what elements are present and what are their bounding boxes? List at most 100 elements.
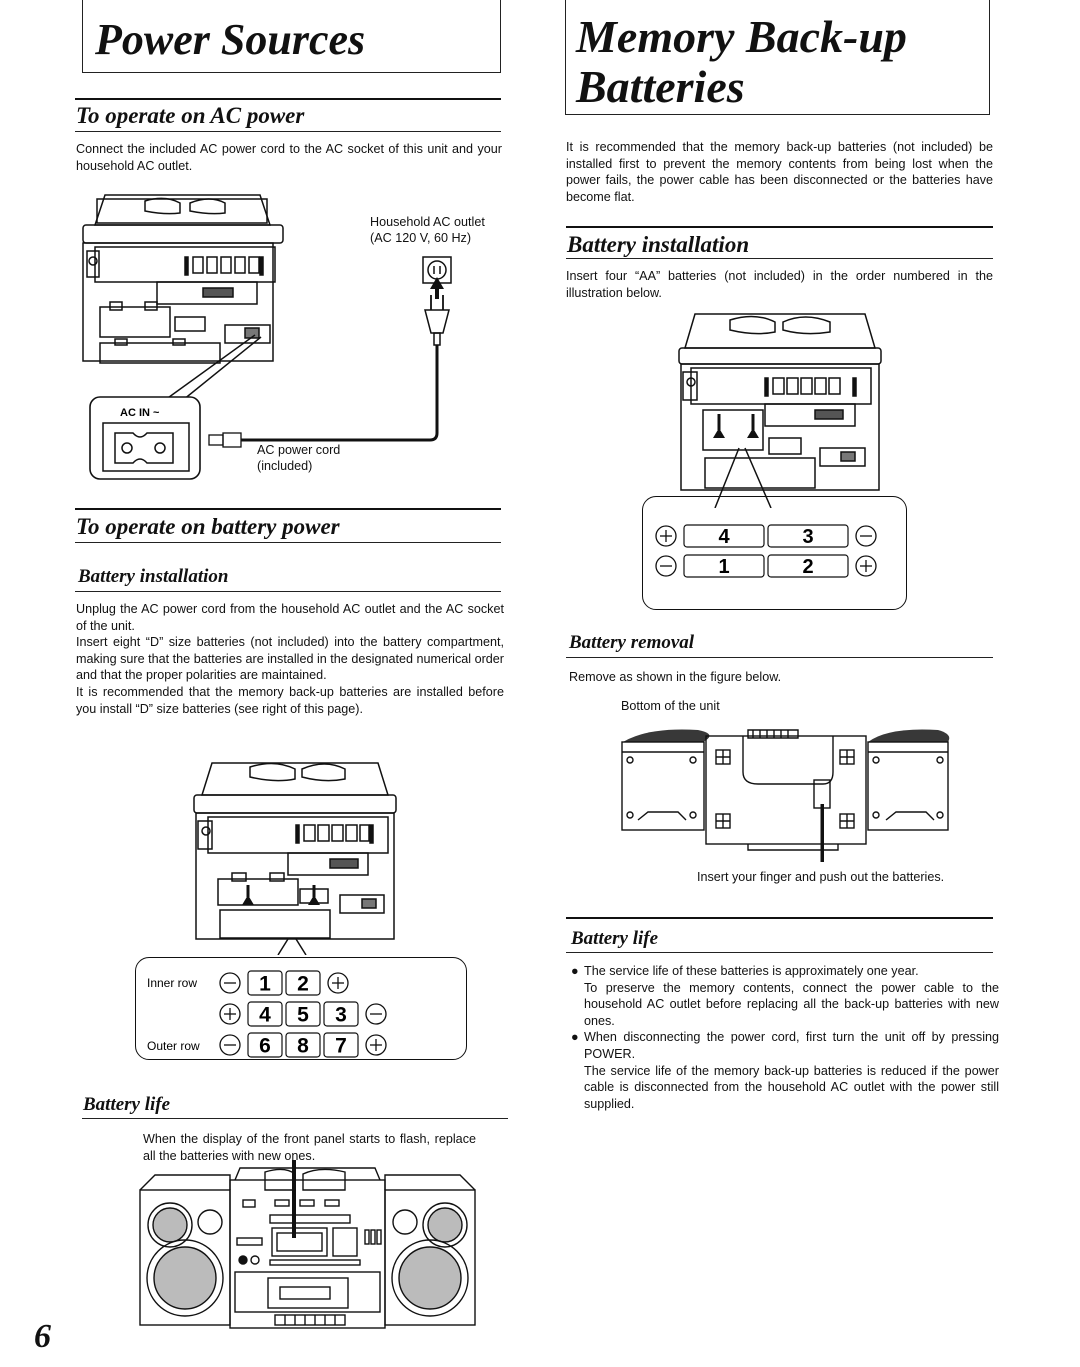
- ac-power-cord-illustration: [208, 295, 450, 448]
- display-pointer-line: [292, 1160, 296, 1238]
- minus-polarity-icon: [219, 972, 241, 994]
- battery-installation-instructions: Unplug the AC power cord from the househ…: [76, 601, 504, 717]
- inner-row-label: Inner row: [147, 976, 197, 990]
- unit-rear-illustration: [82, 194, 284, 401]
- bullet-dot-icon: ●: [571, 1030, 579, 1045]
- page-title-memory-backup: Memory Back-up Batteries: [576, 12, 907, 112]
- minus-polarity-icon: [219, 1034, 241, 1056]
- battery-number: 1: [259, 973, 271, 996]
- battery-number: 2: [802, 556, 813, 578]
- divider: [82, 1118, 508, 1119]
- memory-backup-intro: It is recommended that the memory back-u…: [566, 140, 993, 204]
- aa-installation-instructions: Insert four “AA” batteries (not included…: [566, 269, 993, 300]
- battery-number: 4: [718, 526, 730, 548]
- divider: [566, 952, 993, 953]
- outer-row-label: Outer row: [147, 1039, 200, 1053]
- instruction-paragraph: It is recommended that the memory back-u…: [76, 684, 504, 716]
- bottom-of-unit-label: Bottom of the unit: [621, 699, 720, 713]
- battery-cell: 8: [285, 1032, 321, 1058]
- battery-removal-instructions: Remove as shown in the figure below.: [569, 670, 782, 684]
- battery-cell: 3: [323, 1001, 359, 1027]
- aa-battery-order-diagram: 4 3 1 2: [655, 524, 877, 578]
- household-outlet-icon: [422, 256, 452, 284]
- battery-number: 7: [335, 1035, 347, 1058]
- battery-number: 8: [297, 1035, 309, 1058]
- d-battery-order-diagram: Inner row Outer row 1 2 4 5 3 6 8 7: [147, 970, 387, 1058]
- bullet-line: To preserve the memory contents, connect…: [584, 980, 999, 1028]
- heading-aa-battery-installation: Battery installation: [567, 232, 750, 257]
- battery-cell: 2: [767, 554, 849, 578]
- outlet-label-line1: Household AC outlet: [370, 215, 485, 229]
- cord-label: AC power cord (included): [257, 442, 340, 474]
- bullet-item: ● The service life of these batteries is…: [571, 963, 999, 1029]
- minus-polarity-icon: [365, 1003, 387, 1025]
- d-battery-unit-illustration: [193, 762, 397, 955]
- minus-polarity-icon: [855, 525, 877, 547]
- divider: [75, 98, 501, 100]
- battery-cell: 2: [285, 970, 321, 996]
- battery-cell: 1: [247, 970, 283, 996]
- divider: [75, 131, 501, 132]
- bullet-dot-icon: ●: [571, 964, 579, 978]
- divider: [566, 657, 993, 658]
- boombox-front-illustration: [139, 1160, 476, 1329]
- arrow-up-icon: [430, 277, 444, 299]
- heading-battery-removal: Battery removal: [569, 632, 695, 653]
- heading-battery-installation-d: Battery installation: [78, 566, 229, 587]
- finger-pointer-line: [820, 804, 824, 862]
- battery-cell: 6: [247, 1032, 283, 1058]
- battery-cell: 1: [683, 554, 765, 578]
- ac-in-socket-inset: AC IN ~: [89, 396, 201, 480]
- divider: [566, 917, 993, 919]
- cord-label-line2: (included): [257, 459, 313, 473]
- instruction-paragraph: Unplug the AC power cord from the househ…: [76, 602, 504, 633]
- bullet-line: When disconnecting the power cord, first…: [584, 1030, 999, 1061]
- plus-polarity-icon: [655, 525, 677, 547]
- heading-battery-life-d: Battery life: [83, 1094, 171, 1115]
- plus-polarity-icon: [219, 1003, 241, 1025]
- plus-polarity-icon: [365, 1034, 387, 1056]
- memory-backup-title-box: Memory Back-up Batteries: [565, 0, 990, 115]
- battery-cell: 4: [683, 524, 765, 548]
- heading-ac-power: To operate on AC power: [76, 103, 305, 128]
- battery-removal-caption: Insert your finger and push out the batt…: [697, 870, 945, 884]
- title-line-1: Memory Back-up: [576, 11, 907, 62]
- arrow-down-icon: [713, 414, 759, 438]
- bullet-line: The service life of the memory back-up b…: [584, 1063, 999, 1111]
- battery-cell: 3: [767, 524, 849, 548]
- battery-number: 6: [259, 1035, 271, 1058]
- plus-polarity-icon: [327, 972, 349, 994]
- battery-cell: 7: [323, 1032, 359, 1058]
- outlet-label: Household AC outlet (AC 120 V, 60 Hz): [370, 214, 485, 246]
- unit-bottom-illustration: [621, 729, 950, 862]
- outlet-label-line2: (AC 120 V, 60 Hz): [370, 231, 472, 245]
- battery-number: 4: [259, 1004, 271, 1027]
- divider: [75, 542, 501, 543]
- divider: [566, 226, 993, 228]
- heading-battery-power: To operate on battery power: [76, 514, 340, 539]
- battery-number: 5: [297, 1004, 309, 1027]
- page-number: 6: [34, 1318, 51, 1355]
- divider: [75, 508, 501, 510]
- minus-polarity-icon: [655, 555, 677, 577]
- arrow-down-icon: [242, 885, 320, 905]
- bullet-item: ● When disconnecting the power cord, fir…: [571, 1029, 999, 1112]
- heading-battery-life-aa: Battery life: [571, 928, 659, 949]
- power-sources-title-box: Power Sources: [82, 0, 501, 73]
- battery-number: 3: [335, 1004, 347, 1027]
- instruction-paragraph: Insert eight “D” size batteries (not inc…: [76, 635, 504, 683]
- battery-number: 1: [718, 556, 729, 578]
- battery-cell: 5: [285, 1001, 321, 1027]
- divider: [566, 258, 993, 259]
- title-line-2: Batteries: [576, 61, 745, 112]
- battery-number: 2: [297, 973, 309, 996]
- bullet-line: The service life of these batteries is a…: [584, 964, 919, 978]
- battery-life-notes: ● The service life of these batteries is…: [571, 963, 999, 1112]
- divider: [75, 591, 501, 592]
- aa-battery-unit-illustration: [678, 313, 882, 508]
- battery-cell: 4: [247, 1001, 283, 1027]
- plus-polarity-icon: [855, 555, 877, 577]
- cord-label-line1: AC power cord: [257, 443, 341, 457]
- ac-in-label: AC IN ~: [120, 407, 160, 419]
- ac-power-instructions: Connect the included AC power cord to th…: [76, 142, 502, 173]
